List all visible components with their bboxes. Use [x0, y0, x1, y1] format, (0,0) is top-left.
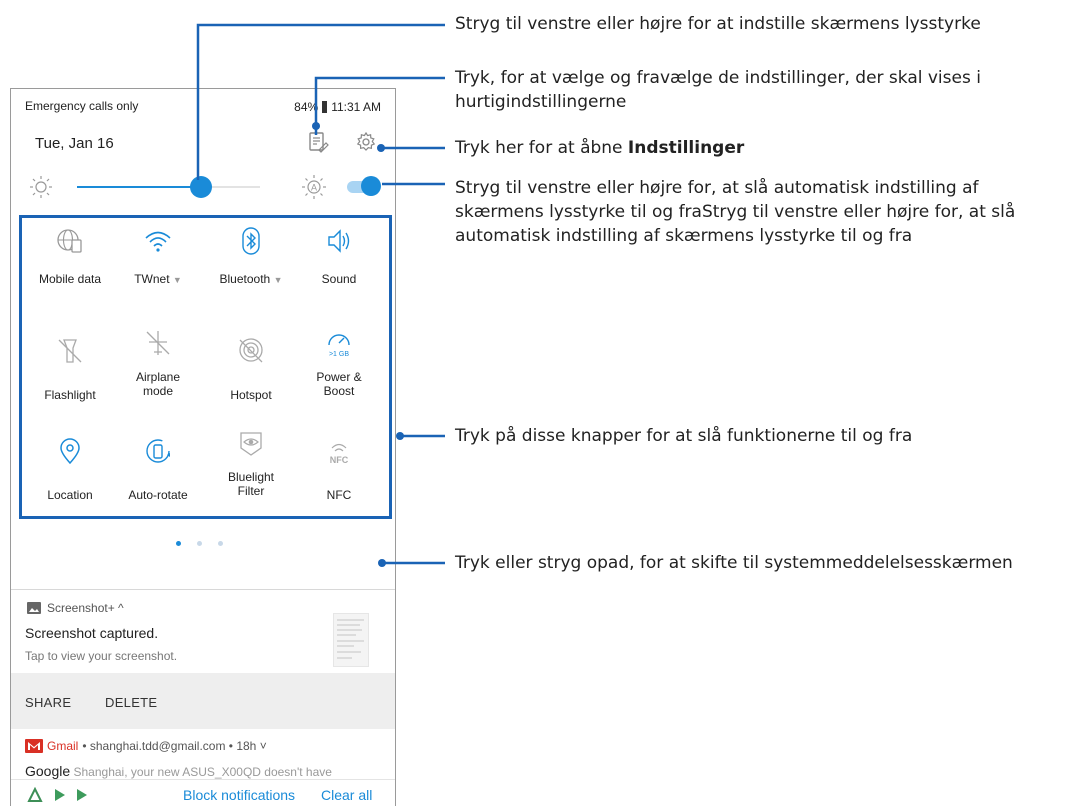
- callout-swipe: Tryk eller stryg opad, for at skifte til…: [455, 553, 1013, 573]
- callout-settings-prefix: Tryk her for at åbne: [455, 138, 628, 158]
- callout-auto-line3: automatisk indstilling af skærmens lysst…: [455, 226, 913, 246]
- callout-auto-line1: Stryg til venstre eller højre for, at sl…: [455, 178, 979, 198]
- callout-edit: Tryk, for at vælge og fravælge de indsti…: [455, 66, 981, 114]
- callout-settings: Tryk her for at åbne Indstillinger: [455, 136, 744, 160]
- callout-auto-brightness: Stryg til venstre eller højre for, at sl…: [455, 176, 1015, 248]
- callout-settings-bold: Indstillinger: [627, 138, 745, 158]
- callout-tiles: Tryk på disse knapper for at slå funktio…: [455, 426, 913, 446]
- callout-lines: [196, 23, 445, 567]
- callout-edit-line1: Tryk, for at vælge og fravælge de indsti…: [455, 68, 981, 88]
- callout-edit-line2: hurtigindstillingerne: [455, 92, 627, 112]
- callout-brightness: Stryg til venstre eller højre for at ind…: [455, 14, 981, 34]
- callout-auto-line2: skærmens lysstyrke til og fraStryg til v…: [455, 202, 1016, 222]
